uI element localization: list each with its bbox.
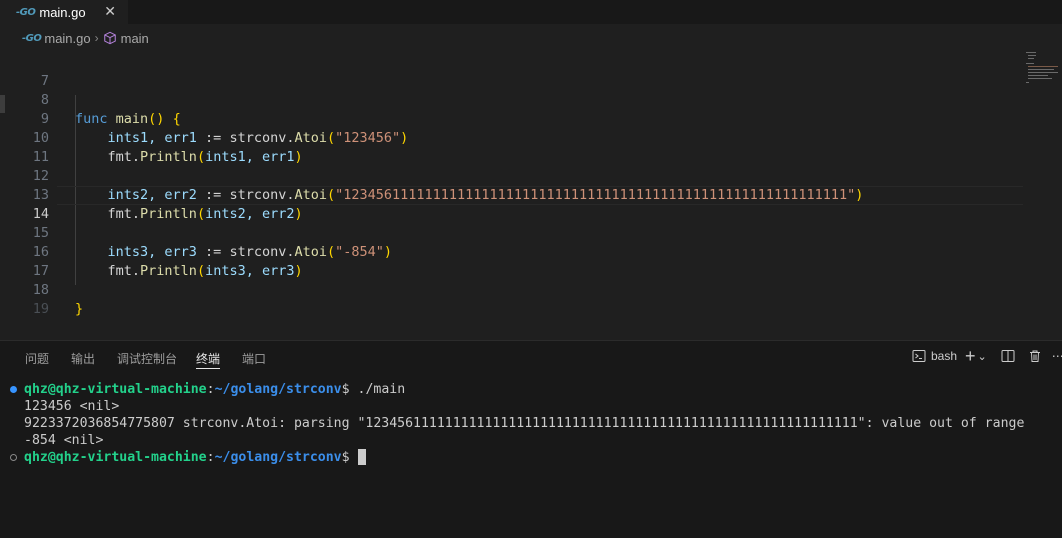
code-line: 12 ints2, err2 := strconv.Atoi("12345611… bbox=[0, 148, 1062, 203]
tab-debug-console[interactable]: 调试控制台 bbox=[117, 350, 177, 367]
bottom-panel: 问题 输出 调试控制台 终端 端口 bash + ⌄ ⋯ qhz@qhz-vir… bbox=[0, 340, 1062, 538]
code-line: 11 bbox=[0, 129, 1062, 165]
prompt-symbol: $ bbox=[341, 450, 350, 465]
breadcrumb-symbol[interactable]: main bbox=[121, 31, 149, 46]
breadcrumb-file[interactable]: main.go bbox=[44, 31, 90, 46]
terminal-line: 123456 <nil> bbox=[24, 399, 120, 414]
code-line: 13 fmt.Println(ints2, err2) bbox=[0, 167, 1062, 222]
tab-problems[interactable]: 问题 bbox=[25, 350, 49, 367]
minimap[interactable] bbox=[1024, 50, 1062, 90]
plus-icon[interactable]: + bbox=[965, 347, 976, 365]
code-line: 17 bbox=[0, 243, 1062, 279]
prompt-user: qhz@qhz-virtual-machine bbox=[24, 450, 207, 465]
command-text: ./main bbox=[349, 382, 406, 397]
tab-main-go[interactable]: -GO main.go ✕ bbox=[0, 0, 128, 24]
prompt-path: ~/golang/strconv bbox=[214, 382, 342, 397]
close-icon[interactable]: ✕ bbox=[104, 3, 116, 20]
code-line: 9 ints1, err1 := strconv.Atoi("123456") bbox=[0, 91, 1062, 146]
breadcrumb: -GO main.go › main bbox=[0, 26, 1062, 50]
code-editor[interactable]: 7 8 func main() { 9 ints1, err1 := strco… bbox=[0, 50, 1062, 340]
more-icon[interactable]: ⋯ bbox=[1052, 349, 1062, 363]
terminal-line: 9223372036854775807 strconv.Atoi: parsin… bbox=[24, 416, 1025, 431]
chevron-right-icon: › bbox=[94, 31, 99, 45]
tab-output[interactable]: 输出 bbox=[71, 350, 95, 367]
code-line: 15 ints3, err3 := strconv.Atoi("-854") bbox=[0, 205, 1062, 260]
terminal-icon bbox=[912, 350, 926, 362]
panel-tabs: 问题 输出 调试控制台 终端 端口 bash + ⌄ ⋯ bbox=[0, 341, 1062, 375]
terminal-cursor bbox=[357, 449, 366, 465]
terminal-line: -854 <nil> bbox=[24, 433, 104, 448]
code-line: 8 func main() { bbox=[0, 72, 1062, 127]
terminal-line: qhz@qhz-virtual-machine:~/golang/strconv… bbox=[24, 449, 366, 466]
prompt-symbol: $ bbox=[341, 382, 350, 397]
active-tab-indicator bbox=[196, 368, 220, 369]
tab-terminal[interactable]: 终端 bbox=[196, 350, 220, 367]
go-file-icon: -GO bbox=[22, 32, 42, 44]
code-line: 7 bbox=[0, 53, 1062, 89]
command-pending-icon bbox=[10, 454, 17, 461]
terminal-shell-label[interactable]: bash bbox=[931, 349, 957, 363]
brace: } bbox=[75, 301, 84, 317]
split-terminal-icon[interactable] bbox=[1001, 349, 1015, 363]
tab-label: main.go bbox=[39, 4, 86, 20]
editor-tab-bar: -GO main.go ✕ bbox=[0, 0, 1062, 24]
symbol-method-icon bbox=[103, 31, 116, 45]
prompt-path: ~/golang/strconv bbox=[214, 450, 342, 465]
terminal-toolbar: bash + ⌄ ⋯ bbox=[912, 347, 1062, 365]
command-success-icon bbox=[10, 386, 17, 393]
code-line: 18 } bbox=[0, 262, 1062, 317]
go-file-icon: -GO bbox=[16, 6, 36, 18]
line-number: 19 bbox=[32, 301, 49, 317]
trash-icon[interactable] bbox=[1028, 349, 1042, 363]
code-line: 16 fmt.Println(ints3, err3) bbox=[0, 224, 1062, 279]
tab-ports[interactable]: 端口 bbox=[242, 350, 266, 367]
prompt-user: qhz@qhz-virtual-machine bbox=[24, 382, 207, 397]
chevron-down-icon[interactable]: ⌄ bbox=[978, 350, 987, 363]
code-line: 19 bbox=[0, 281, 1062, 317]
terminal-line: qhz@qhz-virtual-machine:~/golang/strconv… bbox=[24, 382, 406, 397]
code-line: 14 bbox=[0, 186, 1062, 222]
code-line: 10 fmt.Println(ints1, err1) bbox=[0, 110, 1062, 165]
